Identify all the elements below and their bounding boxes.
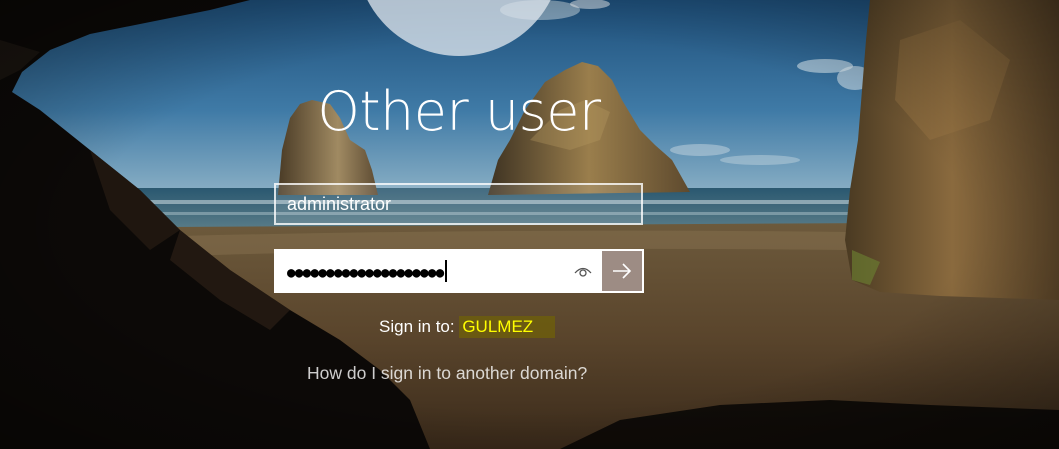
- sign-in-label: Sign in to:: [379, 317, 460, 336]
- submit-button[interactable]: [602, 251, 642, 291]
- sign-in-target: Sign in to: GULMEZ: [379, 316, 556, 338]
- eye-icon[interactable]: [572, 261, 594, 281]
- domain-name: GULMEZ: [459, 316, 556, 338]
- password-field[interactable]: ●●●●●●●●●●●●●●●●●●●●: [276, 251, 602, 291]
- page-title: Other user: [317, 80, 601, 143]
- password-row: ●●●●●●●●●●●●●●●●●●●●: [274, 249, 644, 293]
- text-caret: [444, 260, 447, 282]
- arrow-right-icon: [613, 263, 632, 279]
- help-link[interactable]: How do I sign in to another domain?: [307, 362, 587, 384]
- lock-screen: Other user administrator ●●●●●●●●●●●●●●●…: [0, 0, 1059, 449]
- password-masked-value: ●●●●●●●●●●●●●●●●●●●●: [287, 260, 447, 284]
- username-field[interactable]: administrator: [274, 183, 643, 225]
